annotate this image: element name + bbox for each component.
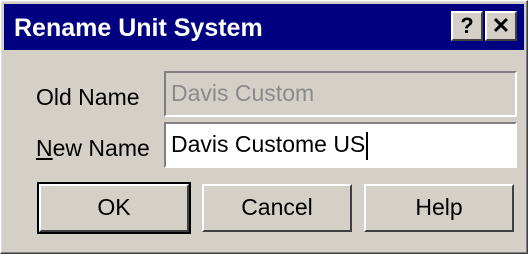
old-name-value: Davis Custom (171, 80, 315, 106)
old-name-label: Old Name (36, 84, 140, 110)
title-bar[interactable]: Rename Unit System ? ✕ (4, 4, 524, 50)
help-question-button[interactable]: ? (451, 11, 483, 41)
old-name-field: Davis Custom (164, 71, 517, 117)
new-name-label: New Name (36, 134, 150, 162)
close-button[interactable]: ✕ (485, 11, 517, 41)
cancel-button[interactable]: Cancel (202, 184, 352, 232)
rename-unit-system-dialog: Rename Unit System ? ✕ Old Name Davis Cu… (0, 0, 528, 254)
new-name-label-rest: ew Name (52, 135, 150, 161)
new-name-value: Davis Custome US (171, 131, 366, 157)
help-button[interactable]: Help (364, 184, 514, 232)
text-caret (366, 131, 369, 160)
ok-button[interactable]: OK (37, 182, 191, 234)
new-name-label-mnemonic: N (36, 135, 53, 161)
dialog-title: Rename Unit System (14, 14, 263, 42)
new-name-input[interactable]: Davis Custome US (164, 122, 517, 168)
close-icon: ✕ (491, 13, 511, 38)
question-mark-icon: ? (460, 13, 474, 38)
